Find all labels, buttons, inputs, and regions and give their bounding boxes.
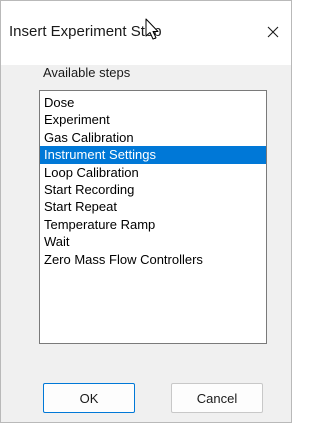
list-item[interactable]: Start Repeat — [40, 198, 266, 215]
insert-experiment-step-dialog: Insert Experiment Step Available steps D… — [0, 0, 292, 423]
ok-button[interactable]: OK — [43, 383, 135, 413]
list-item[interactable]: Dose — [40, 94, 266, 111]
list-item[interactable]: Instrument Settings — [40, 146, 266, 164]
list-item[interactable]: Experiment — [40, 111, 266, 128]
available-steps-label: Available steps — [43, 65, 131, 80]
close-button[interactable] — [263, 21, 283, 43]
close-icon — [267, 26, 279, 38]
title-bar: Insert Experiment Step — [1, 1, 291, 65]
list-item[interactable]: Wait — [40, 233, 266, 250]
list-item[interactable]: Gas Calibration — [40, 129, 266, 146]
list-item[interactable]: Start Recording — [40, 181, 266, 198]
cancel-button[interactable]: Cancel — [171, 383, 263, 413]
list-item[interactable]: Temperature Ramp — [40, 216, 266, 233]
list-item[interactable]: Zero Mass Flow Controllers — [40, 251, 266, 268]
mouse-pointer-icon — [145, 18, 159, 40]
list-item[interactable]: Loop Calibration — [40, 164, 266, 181]
available-steps-listbox[interactable]: Dose Experiment Gas Calibration Instrument … — [39, 90, 267, 344]
window-title: Insert Experiment Step — [9, 23, 162, 40]
